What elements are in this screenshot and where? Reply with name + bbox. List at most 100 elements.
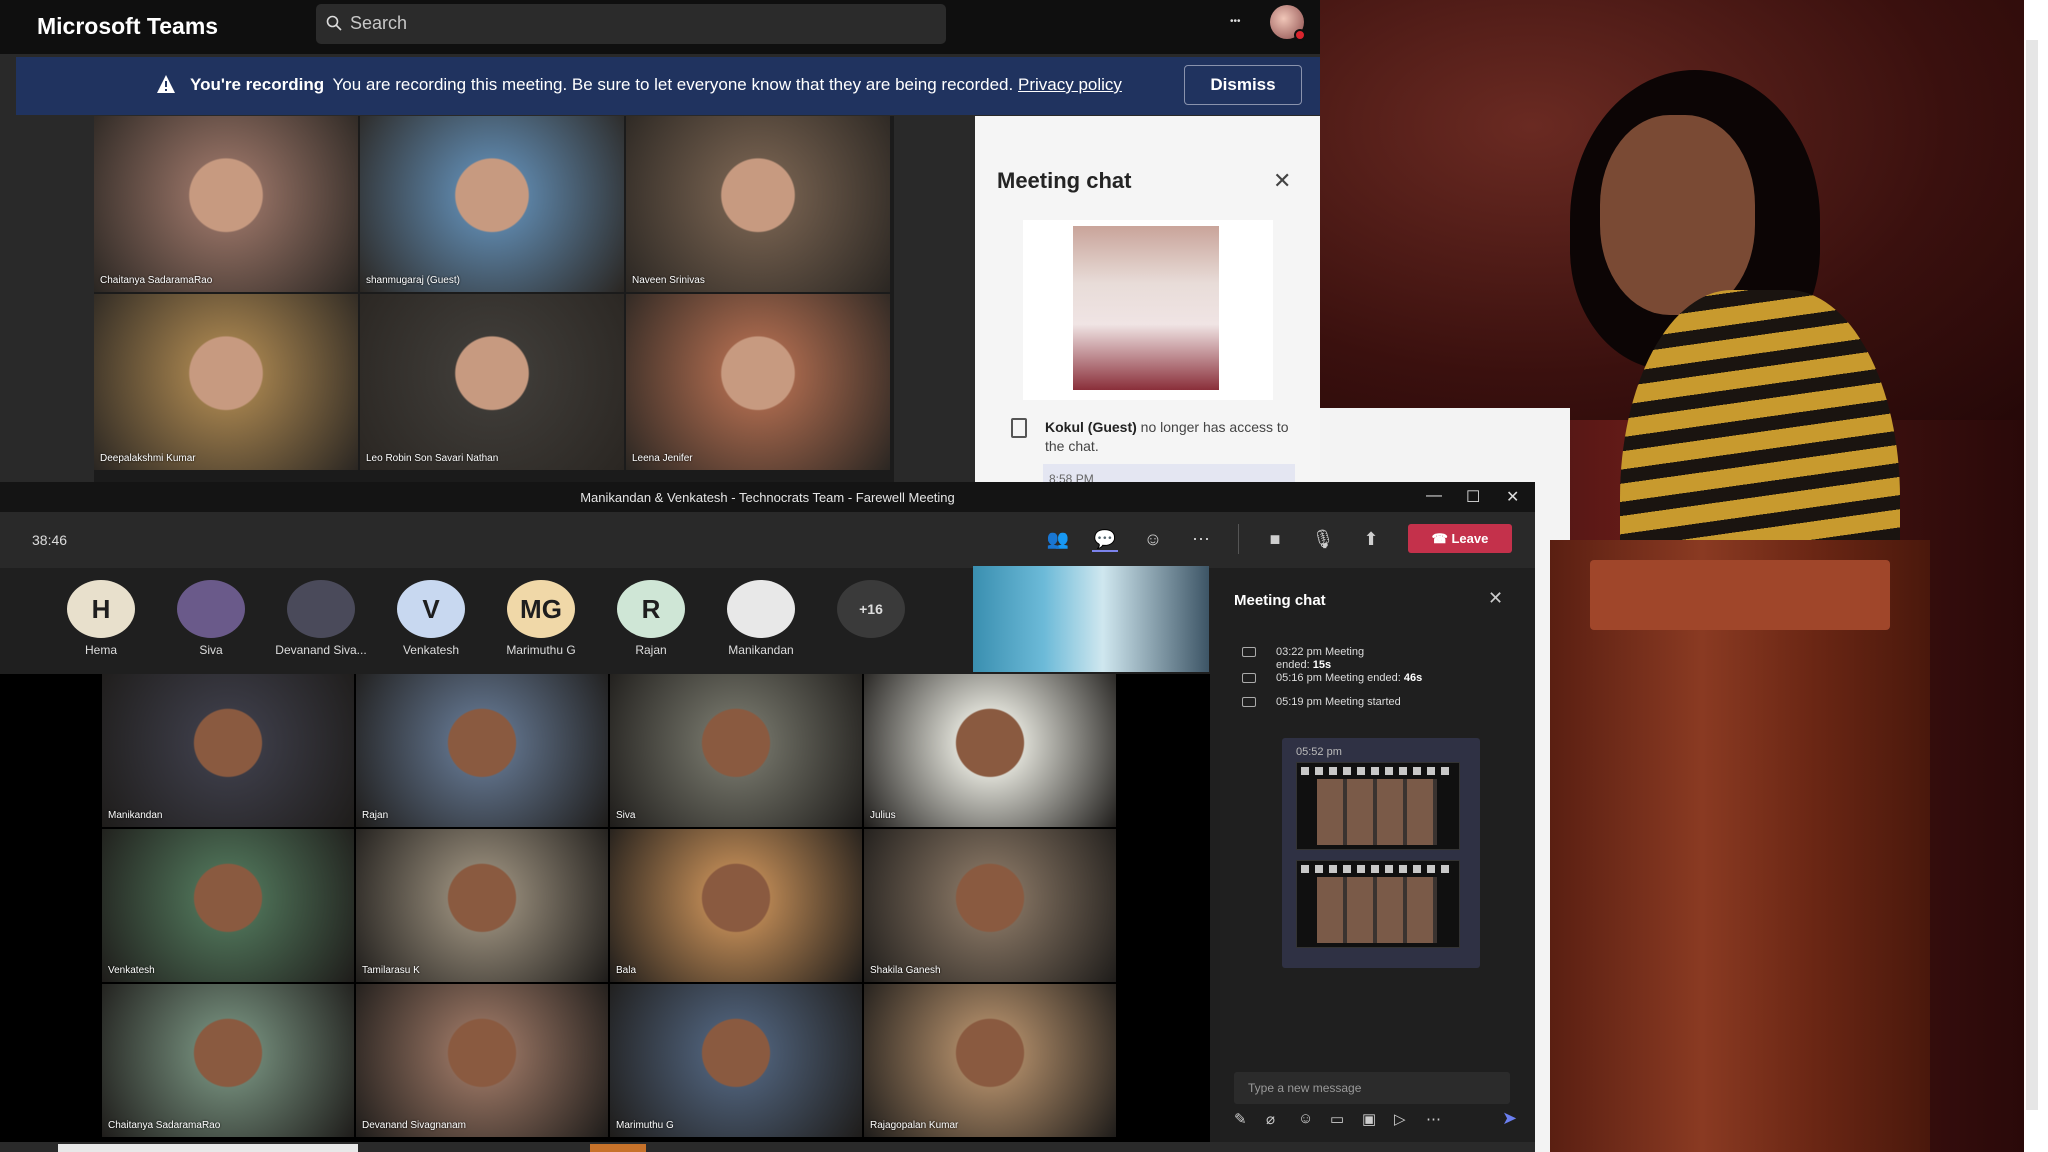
status-dot-icon [1294, 29, 1306, 41]
chat-title: Meeting chat [1234, 592, 1326, 609]
video-tile[interactable]: Tamilarasu K [356, 829, 608, 982]
avatar-circle [287, 580, 355, 638]
participant-name: Venkatesh [108, 965, 155, 976]
emoji-icon[interactable]: ☺ [1298, 1110, 1313, 1127]
privacy-policy-link[interactable]: Privacy policy [1018, 75, 1122, 94]
close-window-icon[interactable]: ✕ [1506, 487, 1519, 507]
video-tile[interactable]: Leo Robin Son Savari Nathan [360, 294, 624, 470]
sticker-icon[interactable]: ▣ [1362, 1110, 1376, 1128]
event-label-2: ended: [1276, 659, 1310, 671]
participant-name: Julius [870, 810, 896, 821]
recording-banner: You're recording You are recording this … [16, 57, 1320, 115]
video-tile[interactable]: Shakila Ganesh [864, 829, 1116, 982]
leave-button[interactable]: ☎ Leave [1408, 524, 1512, 553]
event-label: Meeting [1324, 646, 1365, 658]
participant-name: Naveen Srinivas [632, 275, 705, 286]
close-icon[interactable]: ✕ [1488, 588, 1503, 609]
avatar-name: Devanand Siva... [275, 643, 367, 657]
video-tile[interactable]: Rajagopalan Kumar [864, 984, 1116, 1137]
minimize-icon[interactable]: — [1426, 487, 1442, 505]
video-tile[interactable]: Chaitanya SadaramaRao [94, 116, 358, 292]
search-input[interactable]: Search [316, 4, 946, 44]
avatar-circle: R [617, 580, 685, 638]
search-icon [326, 15, 342, 31]
bottom-teams-window: Manikandan & Venkatesh - Technocrats Tea… [0, 482, 1535, 1152]
share-screen-icon[interactable]: ⬆ [1358, 526, 1384, 552]
more-options-icon[interactable]: ••• [1230, 16, 1241, 27]
microphone-icon[interactable]: 🎙 [1310, 526, 1336, 552]
app-name: Microsoft Teams [37, 13, 219, 39]
video-tile[interactable]: Julius [864, 674, 1116, 827]
video-tile[interactable]: Bala [610, 829, 862, 982]
video-tile[interactable]: Venkatesh [102, 829, 354, 982]
participant-avatar[interactable]: V Venkatesh [376, 580, 486, 657]
event-text: 05:19 pm Meeting started [1276, 696, 1476, 709]
gif-icon[interactable]: ▭ [1330, 1110, 1344, 1128]
participant-avatar[interactable]: Devanand Siva... [266, 580, 376, 657]
participant-name: Chaitanya SadaramaRao [100, 275, 213, 286]
scrollbar[interactable] [2026, 40, 2038, 1110]
taskbar-window[interactable] [58, 1144, 358, 1152]
video-tile[interactable]: Leena Jenifer [626, 294, 890, 470]
search-placeholder: Search [350, 13, 408, 33]
compose-placeholder: Type a new message [1248, 1081, 1362, 1095]
avatar-circle: +16 [837, 580, 905, 638]
bottom-meeting-chat-panel: Meeting chat ✕ 03:22 pm Meeting ended: 15… [1210, 568, 1535, 1152]
participant-name: Marimuthu G [616, 1120, 674, 1131]
recording-message: You're recording You are recording this … [186, 75, 1122, 95]
participant-name: Tamilarasu K [362, 965, 420, 976]
message-compose-box[interactable]: Type a new message [1234, 1072, 1510, 1104]
video-tile[interactable]: Devanand Sivagnanam [356, 984, 608, 1137]
avatar-name: Rajan [635, 643, 667, 657]
right-edge-strip [2024, 0, 2048, 1152]
avatar-name: Venkatesh [402, 643, 460, 657]
reactions-icon[interactable]: ☺ [1140, 526, 1166, 552]
video-tile[interactable]: Marimuthu G [610, 984, 862, 1137]
video-tile[interactable]: Naveen Srinivas [626, 116, 890, 292]
participant-name: Leena Jenifer [632, 453, 693, 464]
participant-avatar[interactable]: R Rajan [596, 580, 706, 657]
participant-avatar[interactable]: +16 [816, 580, 926, 643]
participant-avatar[interactable]: MG Marimuthu G [486, 580, 596, 657]
taskbar [0, 1142, 1535, 1152]
participant-avatar[interactable]: Siva [156, 580, 266, 657]
event-duration: 15s [1312, 659, 1332, 671]
video-tile[interactable]: Siva [610, 674, 862, 827]
chat-image-message[interactable] [1023, 220, 1273, 400]
dismiss-button[interactable]: Dismiss [1184, 65, 1302, 105]
event-duration: 46s [1403, 672, 1423, 684]
attach-icon[interactable]: ⌀ [1266, 1110, 1275, 1128]
video-tile[interactable]: Manikandan [102, 674, 354, 827]
camera-icon[interactable]: ■ [1262, 526, 1288, 552]
avatar-name: Manikandan [728, 643, 794, 657]
more-compose-icon[interactable]: ⋯ [1426, 1110, 1441, 1128]
video-tile[interactable]: shanmugaraj (Guest) [360, 116, 624, 292]
toolbar-divider [1238, 524, 1239, 554]
chat-icon[interactable]: 💬 [1092, 526, 1118, 552]
video-tile[interactable]: Rajan [356, 674, 608, 827]
video-tile[interactable]: Chaitanya SadaramaRao [102, 984, 354, 1137]
close-icon[interactable]: ✕ [1273, 168, 1291, 194]
profile-avatar[interactable] [1270, 5, 1306, 41]
format-icon[interactable]: ✎ [1234, 1110, 1247, 1128]
maximize-icon[interactable]: ☐ [1466, 487, 1480, 507]
meeting-event-icon [1242, 697, 1256, 707]
participant-avatar[interactable]: Manikandan [706, 580, 816, 657]
leave-label: Leave [1451, 531, 1489, 546]
chat-screenshot-message[interactable]: 05:52 pm [1282, 738, 1480, 968]
people-icon[interactable]: 👥 [1045, 526, 1071, 552]
screenshot-thumbnail[interactable] [1296, 860, 1460, 948]
participant-avatar[interactable]: H Hema [46, 580, 156, 657]
video-tile[interactable]: Deepalakshmi Kumar [94, 294, 358, 470]
participant-name: Shakila Ganesh [870, 965, 941, 976]
send-icon[interactable]: ➤ [1502, 1108, 1517, 1129]
meeting-title: Manikandan & Venkatesh - Technocrats Tea… [580, 490, 955, 505]
avatar-circle [177, 580, 245, 638]
participant-name: Devanand Sivagnanam [362, 1120, 466, 1131]
schedule-icon[interactable]: ▷ [1394, 1110, 1406, 1128]
self-view-video [973, 566, 1209, 672]
taskbar-app[interactable] [590, 1144, 646, 1152]
top-teams-window: Microsoft Teams Search ••• You're record… [0, 0, 1320, 488]
more-actions-icon[interactable]: ⋯ [1188, 526, 1214, 552]
screenshot-thumbnail[interactable] [1296, 762, 1460, 850]
